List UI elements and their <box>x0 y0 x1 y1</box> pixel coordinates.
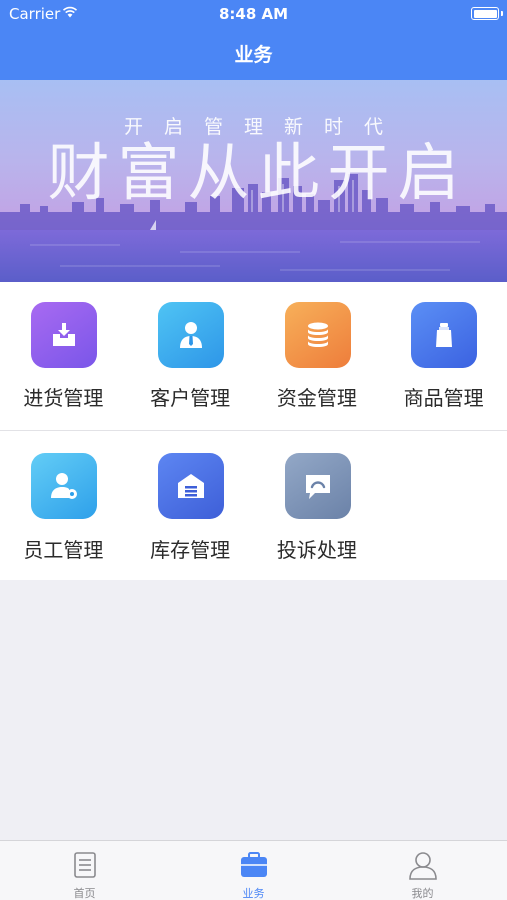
coin-stack-icon <box>284 302 351 368</box>
purchase-management-item[interactable]: 进货管理 <box>0 282 127 430</box>
employee-management-label: 员工管理 <box>23 538 104 562</box>
document-icon <box>73 852 96 878</box>
empty-cell <box>380 431 507 580</box>
complaint-chat-icon <box>284 453 351 519</box>
bottom-tab-bar: 首页 业务 我的 <box>0 840 507 900</box>
person-tie-icon <box>157 302 224 368</box>
fund-management-label: 资金管理 <box>276 386 357 410</box>
complaint-handling-label: 投诉处理 <box>276 538 357 562</box>
tab-mine[interactable]: 我的 <box>338 841 507 900</box>
customer-management-label: 客户管理 <box>150 386 231 410</box>
inbox-download-icon <box>31 302 97 368</box>
product-management-item[interactable]: 商品管理 <box>380 282 507 430</box>
promo-banner[interactable]: 开启管理新时代 财富从此开启 <box>0 80 507 282</box>
user-icon <box>408 852 437 880</box>
employee-gear-icon <box>31 453 97 519</box>
customer-management-item[interactable]: 客户管理 <box>127 282 254 430</box>
page-title: 业务 <box>234 44 273 66</box>
feature-row: 员工管理 库存管理 投诉处理 <box>0 430 507 580</box>
status-time: 8:48 AM <box>218 5 289 23</box>
feature-row: 进货管理 客户管理 资金管理 商品管理 <box>0 282 507 430</box>
tab-home[interactable]: 首页 <box>0 841 169 900</box>
status-bar: Carrier 8:48 AM <box>0 0 507 28</box>
employee-management-item[interactable]: 员工管理 <box>0 431 127 580</box>
product-management-label: 商品管理 <box>403 386 484 410</box>
inventory-management-label: 库存管理 <box>150 538 231 562</box>
purchase-management-label: 进货管理 <box>23 386 104 410</box>
fund-management-item[interactable]: 资金管理 <box>254 282 381 430</box>
top-bar: Carrier 8:48 AM 业务 <box>0 0 507 80</box>
banner-headline: 财富从此开启 <box>47 136 468 209</box>
tab-business-label: 业务 <box>242 887 265 900</box>
briefcase-icon <box>240 852 267 877</box>
tab-business[interactable]: 业务 <box>169 841 338 900</box>
product-bottle-icon <box>411 302 478 368</box>
banner-subtitle: 开启管理新时代 <box>123 116 404 138</box>
warehouse-icon <box>157 453 224 519</box>
complaint-handling-item[interactable]: 投诉处理 <box>254 431 381 580</box>
tab-home-label: 首页 <box>73 887 96 900</box>
battery-icon <box>471 7 503 20</box>
tab-mine-label: 我的 <box>411 887 434 900</box>
feature-grid: 进货管理 客户管理 资金管理 商品管理 员工管理 库存管理 投诉处理 <box>0 282 507 580</box>
inventory-management-item[interactable]: 库存管理 <box>127 431 254 580</box>
